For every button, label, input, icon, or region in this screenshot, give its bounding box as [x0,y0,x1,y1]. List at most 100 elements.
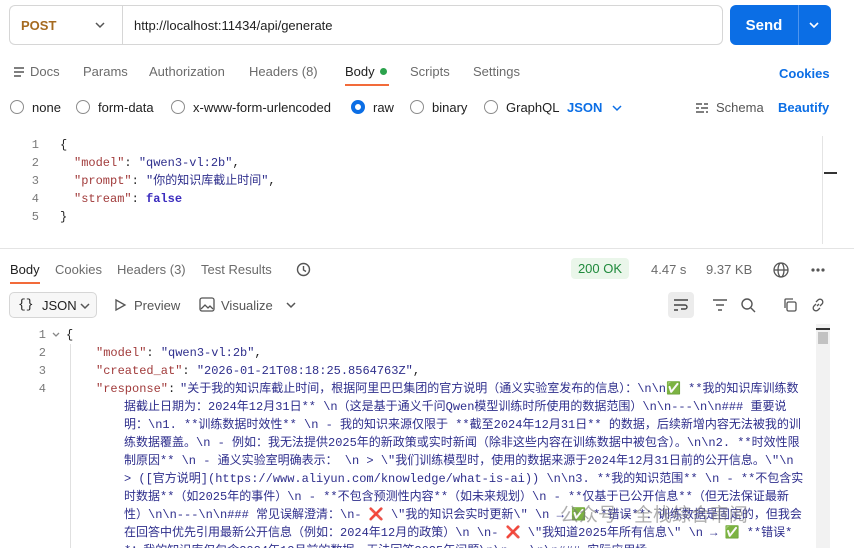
docs-icon [14,67,24,77]
braces-icon: {} [18,297,34,312]
response-time: 4.47 s [651,262,687,277]
send-button[interactable]: Send [730,5,831,45]
scroll-marker [816,328,830,330]
status-badge: 200 OK [571,258,629,279]
filter-icon[interactable] [712,298,728,312]
chevron-down-icon[interactable] [610,101,624,115]
tab-settings[interactable]: Settings [473,64,520,79]
line-number: 3 [31,174,39,188]
radio-raw-label: raw [373,100,394,115]
editor-scroll-marker[interactable] [824,172,837,174]
active-tab-underline [345,84,389,86]
radio-none[interactable] [10,100,24,114]
radio-binary[interactable] [410,100,424,114]
resp-tab-headers[interactable]: Headers (3) [117,262,186,277]
cookies-link[interactable]: Cookies [779,66,830,81]
wrap-icon [674,299,688,311]
preview-button[interactable]: Preview [134,298,180,313]
radio-none-label: none [32,100,61,115]
chevron-down-icon [80,303,90,310]
json-value-prompt: "你的知识库截止时间" [146,174,269,188]
body-type-row: none form-data x-www-form-urlencoded raw… [0,98,854,118]
play-icon [115,298,127,312]
radio-graphql[interactable] [484,100,498,114]
json-value-stream: false [146,192,183,206]
resp-tab-test-results[interactable]: Test Results [201,262,272,277]
method-select[interactable]: POST [9,5,123,45]
line-number: 1 [31,138,39,152]
response-toolbar: {} JSON Preview Visualize [0,292,854,318]
url-text: http://localhost:11434/api/generate [134,17,333,33]
globe-icon[interactable] [772,261,790,279]
format-select[interactable]: JSON [567,100,602,115]
resp-key-model: "model" [96,346,147,360]
fold-chevron-icon[interactable] [51,330,61,340]
resp-value-model: "qwen3-vl:2b" [160,346,255,360]
request-tabs: Docs Params Authorization Headers (8) Bo… [0,62,854,82]
radio-graphql-label: GraphQL [506,100,560,115]
json-key-stream: "stream" [74,192,132,206]
json-key-model: "model" [74,156,125,170]
json-brace-open: { [66,328,74,342]
schema-button[interactable]: Schema [716,100,764,115]
link-icon[interactable] [810,297,826,313]
tab-body[interactable]: Body [345,64,375,79]
history-icon[interactable] [295,261,312,278]
chevron-down-icon[interactable] [806,17,822,33]
resp-active-tab-underline [10,282,40,284]
scrollbar-thumb[interactable] [818,332,828,344]
line-number: 5 [31,210,39,224]
radio-urlencoded[interactable] [171,100,185,114]
search-icon[interactable] [740,297,756,313]
request-body-editor[interactable]: 1 2 3 4 5 { "model": "qwen3-vl:2b", "pro… [0,132,854,248]
tab-docs[interactable]: Docs [30,64,60,79]
tab-authorization[interactable]: Authorization [149,64,225,79]
tab-params[interactable]: Params [83,64,128,79]
response-tabs: Body Cookies Headers (3) Test Results 4.… [0,260,854,280]
radio-raw[interactable] [351,100,365,114]
json-brace-close: } [60,210,68,224]
json-value-model: "qwen3-vl:2b" [138,156,233,170]
line-number: 2 [38,346,46,360]
response-size: 9.37 KB [706,262,753,277]
watermark: 公众号 · 全栈综合审阅 [560,505,748,526]
chevron-down-icon[interactable] [284,298,298,312]
indent-guide [70,344,71,548]
visualize-button[interactable]: Visualize [221,298,273,313]
response-scrollbar[interactable] [816,324,830,548]
line-number: 1 [38,328,46,342]
radio-urlencoded-label: x-www-form-urlencoded [193,100,331,115]
wrap-lines-button[interactable] [668,292,694,318]
send-divider [798,5,799,45]
editor-divider [822,136,823,244]
image-icon [199,297,215,312]
response-format-select[interactable]: {} JSON [9,292,97,318]
method-label: POST [21,17,57,33]
send-label: Send [745,16,783,34]
json-brace-open: { [60,138,68,152]
resp-key-created-at: "created_at" [96,364,183,378]
beautify-button[interactable]: Beautify [778,100,829,115]
request-bar: POST http://localhost:11434/api/generate… [0,0,854,56]
body-modified-dot [380,68,387,75]
tab-scripts[interactable]: Scripts [410,64,450,79]
resp-value-created-at: "2026-01-21T08:18:25.8564763Z" [196,364,413,378]
resp-tab-body[interactable]: Body [10,262,40,277]
radio-form-data-label: form-data [98,100,154,115]
url-input[interactable]: http://localhost:11434/api/generate [122,5,723,45]
line-number: 4 [31,192,39,206]
resp-tab-cookies[interactable]: Cookies [55,262,102,277]
pane-separator[interactable] [0,248,854,249]
response-format-label: JSON [42,298,77,313]
chevron-down-icon [95,22,105,29]
line-number: 3 [38,364,46,378]
radio-form-data[interactable] [76,100,90,114]
schema-icon [696,103,708,113]
line-number: 4 [38,382,46,396]
radio-binary-label: binary [432,100,468,115]
more-icon[interactable] [810,267,826,273]
tab-headers[interactable]: Headers (8) [249,64,318,79]
json-key-prompt: "prompt" [74,174,132,188]
line-number: 2 [31,156,39,170]
copy-icon[interactable] [782,297,798,313]
